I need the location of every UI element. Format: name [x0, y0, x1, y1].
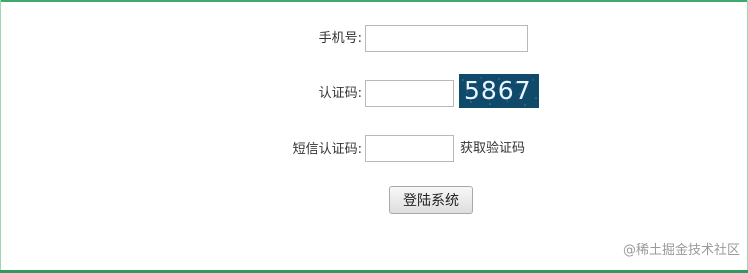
sms-code-input[interactable] [365, 135, 454, 162]
top-border [0, 0, 748, 2]
captcha-image[interactable]: 5867 [459, 74, 539, 108]
phone-label: 手机号: [318, 31, 362, 46]
phone-input[interactable] [365, 25, 528, 52]
left-border [0, 0, 1, 273]
captcha-label: 认证码: [318, 86, 362, 101]
get-code-link[interactable]: 获取验证码 [460, 141, 525, 157]
captcha-text: 5867 [464, 76, 532, 105]
watermark: @稀土掘金技术社区 [622, 243, 740, 258]
sms-code-label: 短信认证码: [292, 142, 362, 157]
captcha-input[interactable] [365, 80, 454, 107]
login-button[interactable]: 登陆系统 [389, 186, 473, 214]
